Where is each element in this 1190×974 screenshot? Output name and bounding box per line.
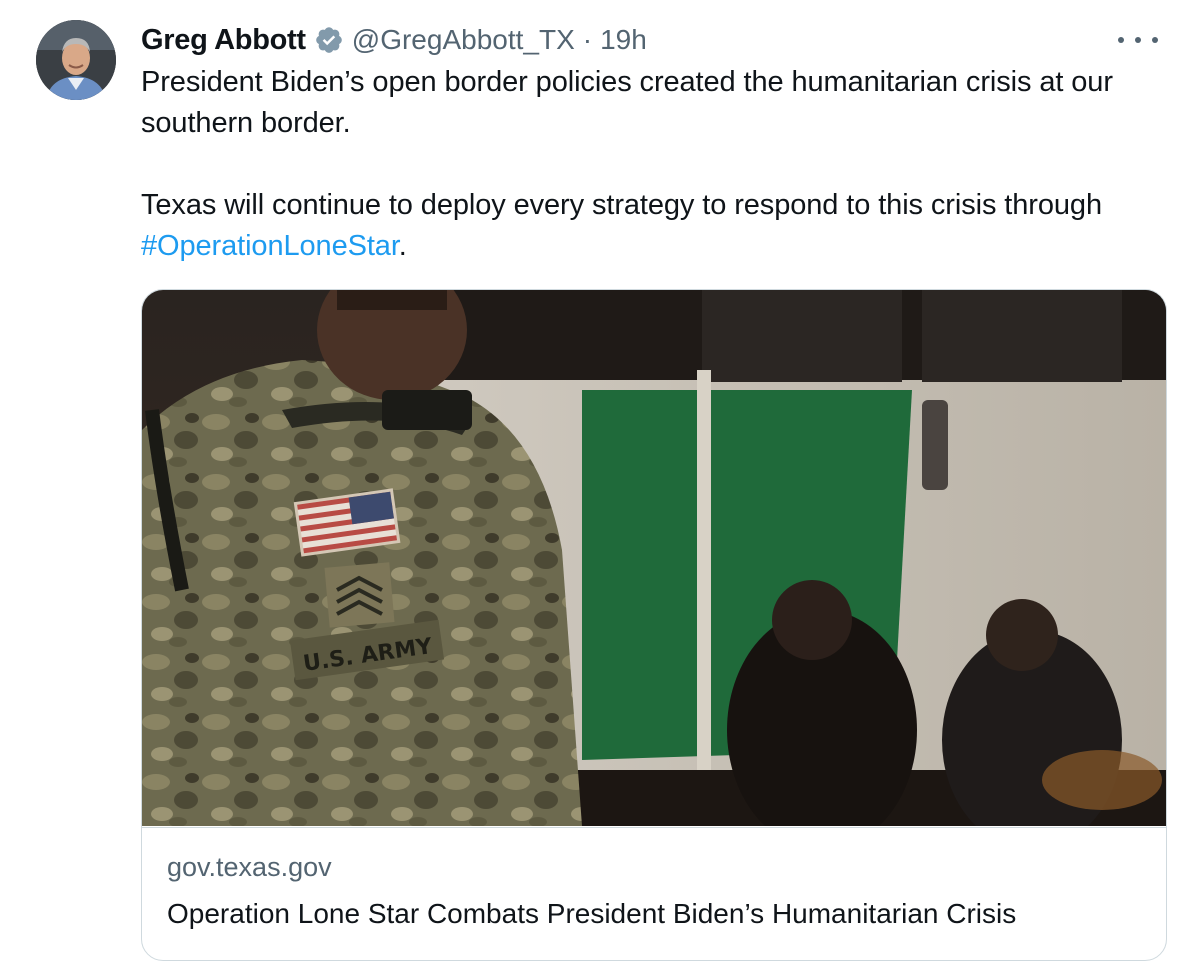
more-options-icon[interactable]	[1118, 28, 1158, 52]
author-handle[interactable]: @GregAbbott_TX	[352, 24, 575, 56]
tweet-header: Greg Abbott @GregAbbott_TX · 19h	[141, 20, 647, 60]
link-card[interactable]: U.S. ARMY gov.texas.gov Operation Lone S…	[141, 289, 1167, 961]
timestamp[interactable]: 19h	[600, 24, 647, 56]
avatar[interactable]	[36, 20, 116, 100]
more-dot	[1152, 37, 1158, 43]
card-image[interactable]: U.S. ARMY	[142, 290, 1166, 826]
tweet-paragraph: Texas will continue to deploy every stra…	[141, 185, 1151, 267]
card-domain: gov.texas.gov	[167, 852, 332, 882]
card-meta[interactable]: gov.texas.gov Operation Lone Star Combat…	[142, 827, 1166, 960]
separator-dot: ·	[582, 24, 593, 55]
tweet-paragraph-end: .	[398, 230, 407, 262]
card-title: Operation Lone Star Combats President Bi…	[167, 898, 1017, 929]
tweet-paragraph-text: Texas will continue to deploy every stra…	[141, 189, 1102, 221]
rank-patch	[324, 562, 395, 628]
verified-badge-icon	[315, 27, 342, 53]
author-name[interactable]: Greg Abbott	[141, 24, 306, 57]
tweet-paragraph: President Biden’s open border policies c…	[141, 66, 1113, 139]
hashtag-link[interactable]: #OperationLoneStar	[141, 230, 399, 262]
more-dot	[1135, 37, 1141, 43]
more-dot	[1118, 37, 1124, 43]
tweet-text: President Biden’s open border policies c…	[141, 62, 1151, 267]
tweet: Greg Abbott @GregAbbott_TX · 19h Preside…	[0, 0, 1190, 974]
